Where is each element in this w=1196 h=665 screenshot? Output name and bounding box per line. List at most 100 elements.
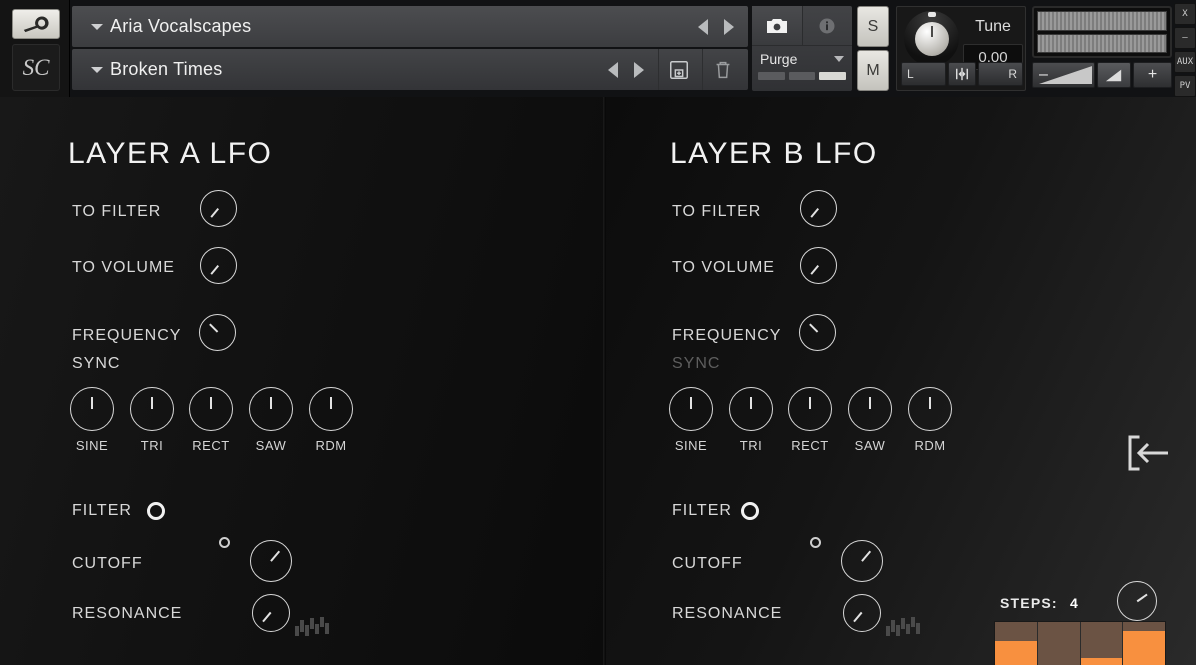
layer-b-sine-knob[interactable]: [669, 387, 713, 431]
header-bar: SC Aria Vocalscapes Broken Times Purge S…: [0, 0, 1196, 97]
purge-bar-3[interactable]: [819, 72, 847, 80]
layer-a-mod-dot-icon[interactable]: [219, 537, 230, 548]
instrument-name: Aria Vocalscapes: [110, 16, 252, 36]
sequencer-step-bar: [995, 641, 1037, 665]
layer-b-tri-knob[interactable]: [729, 387, 773, 431]
purge-top-row: [752, 6, 852, 46]
instrument-row[interactable]: Aria Vocalscapes: [72, 6, 748, 47]
sequencer-step-3[interactable]: [1080, 622, 1124, 665]
solo-button[interactable]: S: [857, 6, 889, 47]
instrument-header: Aria Vocalscapes Broken Times: [72, 6, 748, 91]
layer-a-saw-label: SAW: [255, 438, 287, 453]
pan-right[interactable]: R: [978, 62, 1023, 86]
mute-button[interactable]: M: [857, 50, 889, 91]
sequencer-grid[interactable]: [994, 621, 1166, 665]
next-arrow-icon[interactable]: [634, 61, 644, 78]
chevron-down-icon[interactable]: [834, 56, 844, 62]
layer-a-saw-knob[interactable]: [249, 387, 293, 431]
panel-divider: [603, 97, 606, 665]
layer-a-resonance-knob[interactable]: [252, 594, 290, 632]
pan-left[interactable]: L: [901, 62, 946, 86]
layer-b-rect-knob[interactable]: [788, 387, 832, 431]
layer-a-random-steps-icon: [295, 616, 333, 638]
layer-b-to-filter-knob[interactable]: [800, 190, 837, 227]
layer-a-frequency-label: FREQUENCY: [72, 327, 182, 344]
layer-a-sine-knob[interactable]: [70, 387, 114, 431]
layer-a-tri-label: TRI: [140, 438, 164, 453]
layer-a-sine-label: SINE: [75, 438, 109, 453]
chevron-down-icon[interactable]: [84, 23, 110, 30]
sequencer-step-4[interactable]: [1123, 622, 1165, 665]
layer-b-filter-radio-button-icon[interactable]: [741, 502, 759, 520]
layer-b-title: LAYER B LFO: [670, 137, 878, 170]
exit-arrow-icon[interactable]: [1124, 433, 1174, 473]
layer-b-rdm-knob[interactable]: [908, 387, 952, 431]
purge-selector[interactable]: Purge: [752, 46, 852, 72]
layer-a-to-volume-knob[interactable]: [200, 247, 237, 284]
layer-b-frequency-label: FREQUENCY: [672, 327, 782, 344]
layer-b-saw-label: SAW: [854, 438, 886, 453]
volume-decrease-button[interactable]: –: [1032, 62, 1096, 88]
pv-button[interactable]: PV: [1174, 75, 1196, 97]
camera-icon[interactable]: [752, 6, 802, 45]
volume-increase-button[interactable]: +: [1133, 62, 1172, 88]
volume-slider-icon[interactable]: [1097, 62, 1132, 88]
window-buttons: X – AUX PV: [1174, 3, 1196, 97]
steps-label: STEPS:: [1000, 595, 1058, 611]
layer-a-filter-label: FILTER: [72, 502, 132, 519]
purge-bar-1[interactable]: [758, 72, 785, 80]
meter-bar-left: [1037, 11, 1167, 31]
layer-b-mod-dot-icon[interactable]: [810, 537, 821, 548]
layer-a-panel: [0, 97, 605, 665]
layer-a-rdm-knob[interactable]: [309, 387, 353, 431]
steps-value[interactable]: 4: [1070, 595, 1078, 611]
level-meter: [1032, 6, 1172, 58]
layer-b-random-steps-icon: [886, 616, 924, 638]
plugin-window: SC Aria Vocalscapes Broken Times Purge S…: [0, 0, 1196, 665]
chevron-down-icon[interactable]: [84, 66, 110, 73]
close-icon[interactable]: X: [1174, 3, 1196, 25]
preset-row[interactable]: Broken Times: [72, 49, 748, 90]
layer-b-cutoff-knob[interactable]: [841, 540, 883, 582]
pan-center-icon[interactable]: [948, 62, 976, 86]
layer-b-rect-label: RECT: [791, 438, 829, 453]
layer-b-to-volume-knob[interactable]: [800, 247, 837, 284]
sequencer-step-bar: [1080, 658, 1123, 665]
layer-a-title: LAYER A LFO: [68, 137, 273, 170]
purge-bar-2[interactable]: [788, 72, 816, 80]
steps-knob[interactable]: [1117, 581, 1157, 621]
layer-a-rect-knob[interactable]: [189, 387, 233, 431]
save-floppy-icon[interactable]: [658, 49, 698, 90]
layer-a-tri-knob[interactable]: [130, 387, 174, 431]
preset-name: Broken Times: [110, 59, 223, 79]
tune-label: Tune: [975, 18, 1011, 35]
layer-b-resonance-label: RESONANCE: [672, 605, 783, 622]
layer-a-frequency-knob[interactable]: [199, 314, 236, 351]
preset-nav: [608, 61, 644, 78]
sequencer-step-2[interactable]: [1038, 622, 1081, 665]
layer-b-resonance-knob[interactable]: [843, 594, 881, 632]
layer-a-rdm-label: RDM: [315, 438, 347, 453]
logo-sc[interactable]: SC: [12, 44, 60, 91]
prev-arrow-icon[interactable]: [608, 61, 618, 78]
layer-b-frequency-knob[interactable]: [799, 314, 836, 351]
layer-b-rdm-label: RDM: [914, 438, 946, 453]
header-left-toolbar: SC: [0, 0, 70, 97]
logo-text: SC: [22, 54, 50, 80]
info-icon[interactable]: [801, 6, 853, 45]
wrench-icon[interactable]: [12, 9, 60, 39]
layer-b-sync-label[interactable]: SYNC: [672, 355, 720, 373]
tune-knob[interactable]: [904, 11, 959, 66]
layer-a-sync-label[interactable]: SYNC: [72, 355, 120, 373]
layer-a-cutoff-knob[interactable]: [250, 540, 292, 582]
trash-icon[interactable]: [702, 49, 742, 90]
layer-b-saw-knob[interactable]: [848, 387, 892, 431]
sequencer-step-1[interactable]: [995, 622, 1038, 665]
layer-a-to-filter-knob[interactable]: [200, 190, 237, 227]
prev-arrow-icon[interactable]: [698, 18, 708, 35]
aux-button[interactable]: AUX: [1174, 51, 1196, 73]
minimize-icon[interactable]: –: [1174, 27, 1196, 49]
layer-a-filter-radio-button-icon[interactable]: [147, 502, 165, 520]
next-arrow-icon[interactable]: [724, 18, 734, 35]
layer-a-rect-label: RECT: [192, 438, 230, 453]
